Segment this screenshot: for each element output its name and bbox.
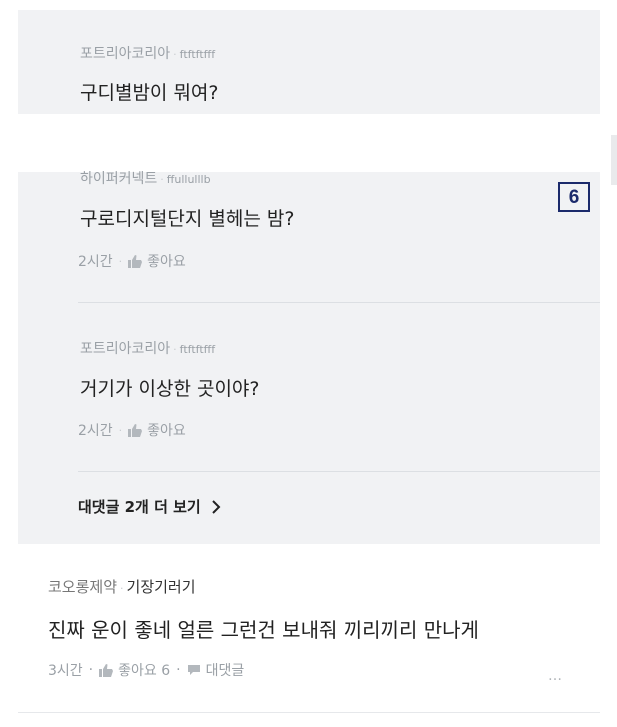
reply-button[interactable]: 대댓글: [187, 660, 245, 680]
speech-bubble-icon: [187, 664, 201, 676]
divider: [78, 302, 600, 303]
comment-meta: 코오롱제약 · 기장기러기: [48, 576, 196, 597]
separator: ·: [173, 343, 177, 356]
reply-actions: 2시간 · 좋아요: [78, 251, 186, 271]
separator: ·: [118, 423, 123, 437]
comment-text: 진짜 운이 좋네 얼른 그런건 보내줘 끼리끼리 만나게: [48, 618, 479, 642]
more-replies-label: 대댓글 2개 더 보기: [78, 498, 201, 516]
reply-time: 2시간: [78, 423, 113, 439]
like-button[interactable]: 좋아요: [128, 420, 186, 440]
comment-actions: 3시간 · 좋아요 6 · 대댓글: [48, 660, 244, 680]
author-nick[interactable]: ftftftfff: [180, 48, 215, 61]
more-options-icon[interactable]: …: [548, 668, 563, 684]
reply-panel-main: 하이퍼커넥트 · ffullulllb 구로디지털단지 별헤는 밤? 2시간 · 좋…: [18, 171, 600, 544]
divider: [78, 471, 600, 472]
divider: [18, 712, 600, 713]
thumbs-up-icon: [128, 423, 143, 437]
reply-meta: 포트리아코리아 · ftftftfff: [80, 338, 215, 358]
separator: ·: [160, 173, 164, 186]
reply-actions: 2시간 · 좋아요: [78, 420, 186, 440]
more-replies-button[interactable]: 대댓글 2개 더 보기: [78, 496, 221, 517]
author-nick[interactable]: ftftftfff: [180, 343, 215, 356]
separator: ·: [88, 662, 94, 678]
reply-text: 거기가 이상한 곳이야?: [80, 378, 260, 400]
like-label: 좋아요 6: [118, 663, 171, 679]
separator: ·: [173, 48, 177, 61]
reply-meta: 하이퍼커넥트 · ffullulllb: [80, 168, 211, 188]
like-label: 좋아요: [147, 254, 186, 270]
author-nick[interactable]: 기장기러기: [127, 578, 196, 596]
number-badge: 6: [558, 182, 590, 212]
author-company[interactable]: 하이퍼커넥트: [80, 171, 157, 187]
thumbs-up-icon: [99, 663, 114, 677]
separator: ·: [118, 254, 123, 268]
author-company[interactable]: 코오롱제약: [48, 578, 117, 596]
author-nick[interactable]: ffullulllb: [167, 173, 211, 186]
chevron-right-icon: [211, 499, 221, 515]
separator: ·: [120, 582, 124, 595]
scrollbar-edge: [611, 135, 617, 185]
like-button[interactable]: 좋아요: [128, 251, 186, 271]
reply-text: 구디별밤이 뭐여?: [80, 82, 219, 104]
author-company[interactable]: 포트리아코리아: [80, 46, 170, 62]
comment-time: 3시간: [48, 663, 83, 679]
reply-panel-top: 포트리아코리아 · ftftftfff 구디별밤이 뭐여?: [18, 10, 600, 114]
author-company[interactable]: 포트리아코리아: [80, 341, 170, 357]
like-button[interactable]: 좋아요 6: [99, 660, 170, 680]
reply-time: 2시간: [78, 254, 113, 270]
separator: ·: [176, 662, 181, 678]
like-label: 좋아요: [147, 423, 186, 439]
reply-label: 대댓글: [205, 663, 245, 679]
reply-meta: 포트리아코리아 · ftftftfff: [80, 43, 215, 63]
thumbs-up-icon: [128, 254, 143, 268]
reply-text: 구로디지털단지 별헤는 밤?: [80, 208, 295, 230]
